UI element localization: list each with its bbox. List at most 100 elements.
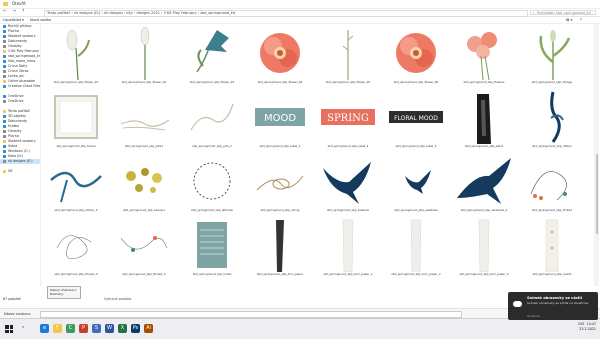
file-name-label: Název souboru: (4, 312, 32, 316)
tooltip: Datum zhotovení: Rozměry: (47, 286, 81, 299)
file-name: sbd_springmood_sbp_foliage (531, 80, 573, 84)
file-tile[interactable]: sbd_springmood_sbp_flower_02 (109, 24, 179, 88)
sidebar-item-label: Videa (8, 144, 18, 148)
file-name: sbd_springmood_sbp_flower_02 (121, 80, 167, 84)
file-tile[interactable]: sbd_springmood_sbp_torn_paper_2 (381, 216, 451, 280)
search-icon[interactable]: ⌕ (22, 324, 24, 329)
file-tile[interactable]: sbd_springmood_sbp_foliage (517, 24, 587, 88)
folder-icon (3, 120, 6, 123)
jute-bent-icon (183, 90, 241, 144)
file-tile[interactable]: sbd_springmood_sbp_torn_paper (245, 216, 315, 280)
file-name: sbd_springmood_sbp_flower_06 (393, 80, 439, 84)
taskbar-app[interactable]: C (66, 324, 75, 333)
folder-icon (3, 145, 6, 148)
file-tile[interactable]: sbd_springmood_sbp_flowers (449, 24, 519, 88)
navigation-buttons[interactable]: ← → ↑ (3, 9, 27, 14)
file-name: sbd_springmood_sbp_swallows (394, 208, 438, 212)
file-name: sbd_springmood_sbp_flowers (463, 80, 505, 84)
file-tile[interactable]: sbd_springmood_sbp_stitches (177, 152, 247, 216)
file-tile[interactable]: SPRING sbd_springmood_sbp_label_2 (313, 88, 383, 152)
stitches-icon (183, 154, 241, 208)
start-button[interactable] (5, 325, 13, 333)
file-name: sbd_springmood_sbp_torn_paper_3 (459, 272, 509, 276)
file-tile[interactable]: sbd_springmood_sbp_string (245, 152, 315, 216)
notification-toast[interactable]: Snímek obrazovky se uložil Snímek obrazo… (508, 292, 598, 320)
file-tile[interactable]: sbd_springmood_sbp_thread_2 (41, 216, 111, 280)
file-tile[interactable]: Spring awakeningsbd_springmood_sbp_worda… (109, 280, 179, 286)
file-name: sbd_springmood_sbp_stitches (191, 208, 233, 212)
folder-icon (3, 40, 6, 43)
selected-info: Vybraná položka (104, 297, 132, 301)
file-name: sbd_springmood_sbp_flower_03 (189, 80, 235, 84)
organize-button[interactable]: Uspořádat ▾ (3, 18, 24, 22)
view-options-button[interactable]: ▤ ▾ (566, 18, 572, 22)
language-indicator[interactable]: CES (578, 322, 584, 326)
file-tile[interactable]: sbd_springmood_sbp_torn_paper_1 (313, 216, 383, 280)
file-tile[interactable]: sbd_springmood_sbp_jute_2 (177, 88, 247, 152)
file-tile[interactable]: sbd_springmood_sbp_frame (41, 88, 111, 152)
blue-ribbon-icon (523, 90, 581, 144)
sidebar-item-label: Hudba (8, 124, 19, 128)
sidebar-item-label: OneDrive (8, 94, 24, 98)
folder-icon (3, 70, 6, 73)
taskbar-app[interactable]: e (40, 324, 49, 333)
taskbar-app[interactable]: Ps (131, 324, 140, 333)
file-tile[interactable]: sbd_springmood_sbp_torn_paper_3 (449, 216, 519, 280)
folder-icon (3, 170, 6, 173)
file-tile[interactable]: sbd_springmood_sbp_thread (517, 152, 587, 216)
file-tile[interactable]: sbd_springmood_sbp_flower_01 (41, 24, 111, 88)
ticket-icon (183, 218, 241, 272)
label-spring-icon: SPRING (319, 90, 377, 144)
taskbar-app[interactable]: W (105, 324, 114, 333)
file-tile[interactable]: sbd_springmood_sbp_flower_03 (177, 24, 247, 88)
folder-icon (3, 35, 6, 38)
sidebar-item[interactable]: Síť (0, 169, 40, 174)
file-tile[interactable]: sbd_springmood_sbp_ticket (177, 216, 247, 280)
file-name: sbd_springmood_sbp_frame (56, 144, 96, 148)
taskbar-app[interactable]: F (53, 324, 62, 333)
folder-icon (3, 75, 6, 78)
file-tile[interactable]: sbd_springmood_sbp_flower_06 (381, 24, 451, 88)
file-tile[interactable]: sbd_springmood_sbp_swallows (381, 152, 451, 216)
taskbar-app[interactable]: Ai (144, 324, 153, 333)
taskbar-app[interactable]: P (79, 324, 88, 333)
file-tile[interactable]: sbd_springmood_sbp_swallow (313, 152, 383, 216)
file-tile[interactable]: sbd_springmood_sbp_sequins (109, 152, 179, 216)
file-tile[interactable]: sbd_springmood_sbp_ribbon_2 (41, 152, 111, 216)
folder-icon (3, 45, 6, 48)
file-tile[interactable]: sbd_springmood_sbp_thread_3 (109, 216, 179, 280)
toast-source: OneDrive (527, 314, 541, 318)
stem-icon (319, 26, 377, 80)
torn-light-icon (319, 218, 377, 272)
sidebar-item-label: Creative Cloud Files (8, 84, 41, 88)
file-tile[interactable]: sbd_springmood_sbp_paint (449, 88, 519, 152)
label-mood-icon: MOOD (251, 90, 309, 144)
file-name: sbd_springmood_sbp_sequins (123, 208, 165, 212)
search-input[interactable]: ⌕ Prohledat: sbd_springmood_kit (530, 9, 596, 15)
blue-bellflower-icon (183, 26, 241, 80)
file-tile[interactable]: sbd_springmood_sbp_ribbon (517, 88, 587, 152)
file-tile[interactable]: sbd_springmood_sbp_swallows_2 (449, 152, 519, 216)
torn-light-icon (387, 218, 445, 272)
sidebar-item-label: Obrázky (8, 129, 22, 133)
taskbar-app[interactable]: S (92, 324, 101, 333)
new-folder-button[interactable]: Nová složka (30, 18, 51, 22)
sidebar-item-label: Stažené soubory (8, 34, 36, 38)
file-tile[interactable]: MOOD sbd_springmood_sbp_label_1 (245, 88, 315, 152)
file-name-input[interactable] (40, 311, 462, 318)
folder-icon (3, 60, 6, 63)
help-button[interactable]: ? (580, 18, 582, 22)
file-tile[interactable]: sbd_springmood_sbp_flower_05 (313, 24, 383, 88)
scrollbar-thumb[interactable] (595, 154, 598, 234)
folder-icon (3, 110, 6, 113)
frame-icon (47, 90, 105, 144)
vertical-scrollbar[interactable] (594, 24, 599, 286)
file-tile[interactable]: FLORAL MOOD sbd_springmood_sbp_label_3 (381, 88, 451, 152)
pink-flower-icon (251, 26, 309, 80)
file-tile[interactable]: sbd_springmood_sbp_jute1 (109, 88, 179, 152)
folder-icon (3, 135, 6, 138)
taskbar-app[interactable]: X (118, 324, 127, 333)
file-tile[interactable]: sbd_springmood_sbp_washi (517, 216, 587, 280)
file-tile[interactable]: sbd_springmood_sbp_flower_04 (245, 24, 315, 88)
system-tray[interactable]: CES 14:47 23.2.2021 (578, 322, 596, 332)
